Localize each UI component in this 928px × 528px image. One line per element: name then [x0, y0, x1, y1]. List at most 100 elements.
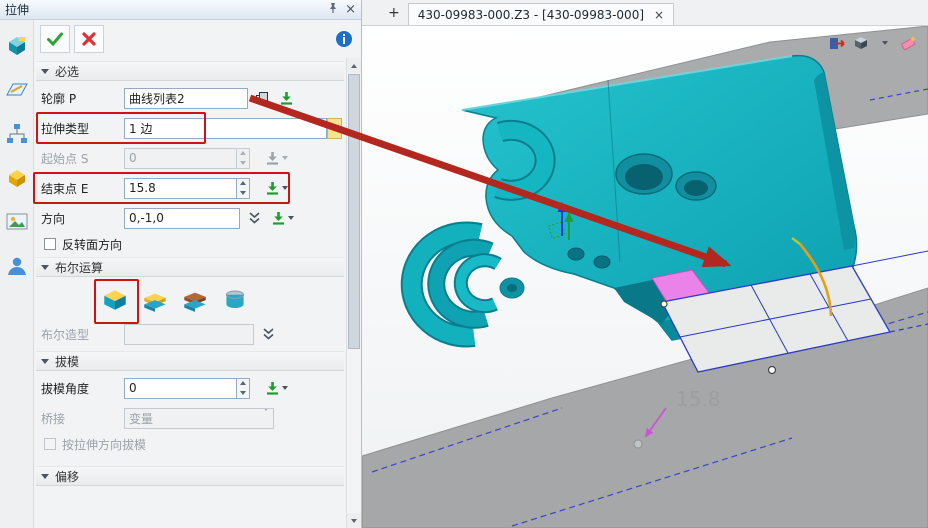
draft-along-label: 按拉伸方向拔模 — [62, 436, 146, 453]
pin-icon[interactable] — [327, 2, 339, 17]
bridge-label: 桥接 — [38, 410, 124, 427]
viewport-3d[interactable]: 15.8 — [362, 26, 928, 528]
view-dropdown-icon[interactable] — [875, 33, 894, 52]
extrude-type-label: 拉伸类型 — [38, 120, 124, 137]
scroll-up-icon[interactable] — [347, 58, 361, 73]
draft-import-icon[interactable] — [262, 378, 282, 398]
end-point-value: 15.8 — [129, 181, 156, 195]
collapse-icon — [41, 474, 49, 479]
direction-input[interactable]: 0,-1,0 — [124, 208, 240, 229]
extrude-type-select[interactable]: 1 边 — [124, 118, 327, 139]
direction-import-icon[interactable] — [268, 208, 288, 228]
boolean-mode-row — [38, 280, 342, 318]
start-point-input: 0 — [124, 148, 237, 169]
row-start-point: 起始点 S 0 — [38, 144, 342, 172]
scroll-down-icon[interactable] — [347, 513, 361, 528]
boolean-shape-label: 布尔造型 — [38, 326, 124, 343]
draft-angle-input[interactable]: 0 — [124, 378, 237, 399]
document-tabbar: + 430-09983-000.Z3 - [430-09983-000] × — [362, 0, 928, 26]
eraser-icon[interactable] — [899, 33, 918, 52]
start-import-icon-disabled — [262, 148, 282, 168]
collapse-icon — [41, 265, 49, 270]
extrude-type-dropdown-icon[interactable] — [327, 118, 342, 139]
collapse-icon — [41, 69, 49, 74]
start-point-stepper — [237, 148, 250, 169]
expand-chevron-icon[interactable] — [244, 208, 264, 228]
row-draft-angle: 拔模角度 0 — [38, 374, 342, 402]
boolean-remove-icon[interactable] — [178, 282, 212, 316]
profile-input[interactable]: 曲线列表2 — [124, 88, 248, 109]
draft-angle-stepper[interactable] — [237, 378, 250, 399]
row-profile: 轮廓 P 曲线列表2 — [38, 84, 342, 112]
viewport-pane: + 430-09983-000.Z3 - [430-09983-000] × — [362, 0, 928, 528]
dimension-text: 15.8 — [676, 387, 721, 411]
feature-icon-strip — [0, 20, 34, 528]
confirm-button[interactable] — [40, 25, 70, 53]
sketch-icon[interactable] — [5, 78, 29, 102]
section-draft-label: 拔模 — [55, 353, 79, 370]
end-dropdown-icon[interactable] — [282, 186, 288, 190]
dialog-close-icon[interactable]: × — [345, 3, 356, 16]
tab-title: 430-09983-000.Z3 - [430-09983-000] — [418, 8, 644, 22]
start-point-label: 起始点 S — [38, 150, 124, 167]
end-point-stepper[interactable] — [237, 178, 250, 199]
row-bridge: 桥接 变量 — [38, 404, 342, 432]
assembly-tree-icon[interactable] — [5, 122, 29, 146]
row-draft-along: 按拉伸方向拔模 — [44, 434, 342, 454]
collapse-icon — [41, 359, 49, 364]
section-draft[interactable]: 拔模 — [36, 351, 344, 371]
info-button[interactable] — [333, 28, 355, 50]
scrollbar-thumb[interactable] — [348, 74, 360, 349]
row-flip-face: 反转面方向 — [44, 234, 342, 254]
extrude-dialog: 拉伸 × — [0, 0, 362, 528]
section-offset-label: 偏移 — [55, 468, 79, 485]
direction-label: 方向 — [38, 210, 124, 227]
bridge-value: 变量 — [129, 410, 153, 427]
import-profile-icon[interactable] — [276, 88, 296, 108]
end-import-icon[interactable] — [262, 178, 282, 198]
new-tab-button[interactable]: + — [388, 5, 400, 21]
section-boolean[interactable]: 布尔运算 — [36, 257, 344, 277]
bridge-select: 变量 — [124, 408, 274, 429]
pick-list-icon[interactable] — [252, 88, 272, 108]
draft-along-checkbox — [44, 438, 56, 450]
view-cube-icon[interactable] — [851, 33, 870, 52]
row-direction: 方向 0,-1,0 — [38, 204, 342, 232]
draft-angle-value: 0 — [129, 381, 137, 395]
boolean-base-icon[interactable] — [98, 282, 132, 316]
zw3d-window: 拉伸 × — [0, 0, 928, 528]
tab-close-icon[interactable]: × — [654, 8, 664, 22]
image-render-icon[interactable] — [5, 210, 29, 234]
viewport-toolbar — [827, 33, 918, 52]
boolean-expand-chevron-icon[interactable] — [258, 324, 278, 344]
model-scene: 15.8 — [362, 26, 928, 528]
exit-icon[interactable] — [827, 33, 846, 52]
draft-angle-label: 拔模角度 — [38, 380, 124, 397]
draft-dropdown-icon[interactable] — [282, 386, 288, 390]
row-extrude-type: 拉伸类型 1 边 — [38, 114, 342, 142]
boolean-intersect-icon[interactable] — [218, 282, 252, 316]
section-required-label: 必选 — [55, 63, 79, 80]
row-boolean-shape: 布尔造型 — [38, 320, 342, 348]
end-point-label: 结束点 E — [38, 180, 124, 197]
direction-dropdown-icon[interactable] — [288, 216, 294, 220]
section-offset[interactable]: 偏移 — [36, 466, 344, 486]
flip-face-checkbox[interactable] — [44, 238, 56, 250]
dialog-title: 拉伸 — [5, 1, 29, 18]
user-icon[interactable] — [5, 254, 29, 278]
solid-block-icon[interactable] — [5, 166, 29, 190]
boolean-shape-input — [124, 324, 254, 345]
dialog-titlebar[interactable]: 拉伸 × — [0, 0, 361, 20]
dialog-panel: 必选 轮廓 P 曲线列表2 — [34, 58, 346, 528]
start-point-value: 0 — [129, 151, 137, 165]
section-required[interactable]: 必选 — [36, 61, 344, 81]
extrude-feature-icon[interactable] — [5, 34, 29, 58]
profile-label: 轮廓 P — [38, 90, 124, 107]
end-point-input[interactable]: 15.8 — [124, 178, 237, 199]
dialog-scrollbar[interactable] — [346, 58, 361, 528]
boolean-add-icon[interactable] — [138, 282, 172, 316]
document-tab[interactable]: 430-09983-000.Z3 - [430-09983-000] × — [408, 3, 674, 25]
cancel-button[interactable] — [74, 25, 104, 53]
flip-face-label: 反转面方向 — [62, 236, 122, 253]
extrude-type-value: 1 边 — [129, 120, 152, 137]
